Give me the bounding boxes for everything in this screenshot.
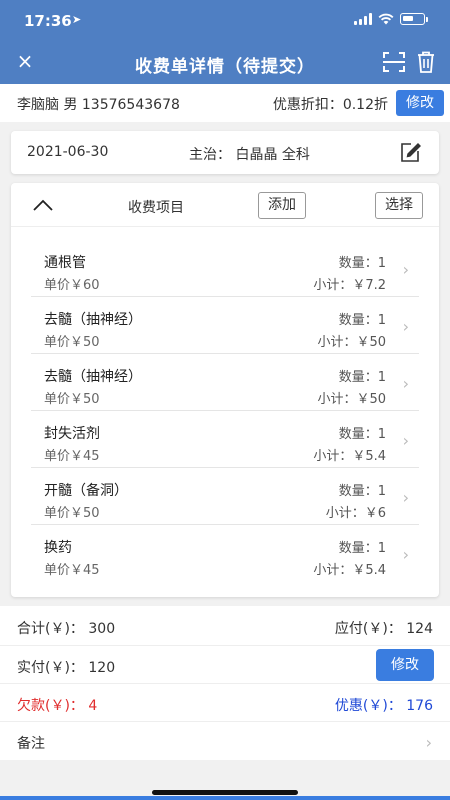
paid-amount: 实付(￥)： 120 [17,660,116,676]
item-name: 封失活剂 [44,426,100,442]
home-indicator [152,790,298,795]
list-item[interactable]: 去髓（抽神经） 单价￥50 数量：1 小计：￥50 › [31,297,419,354]
status-bar: 17:36 ➤ [0,0,450,40]
choose-item-button[interactable]: 选择 [375,192,423,219]
chevron-right-icon: › [402,488,409,507]
payable-amount: 应付(￥)： 124 [334,621,433,637]
item-price: 单价￥45 [44,449,100,464]
item-subtotal: 小计：￥5.4 [313,449,386,464]
item-price: 单价￥60 [44,278,100,293]
wifi-icon [378,13,394,25]
list-item[interactable]: 去髓（抽神经） 单价￥50 数量：1 小计：￥50 › [31,354,419,411]
item-name: 去髓（抽神经） [44,369,142,385]
items-title: 收费项目 [128,200,184,216]
scan-icon[interactable] [382,50,406,74]
list-item[interactable]: 换药 单价￥45 数量：1 小计：￥5.4 › [31,525,419,582]
chevron-right-icon: › [402,431,409,450]
owed-amount: 欠款(￥)： 4 [17,698,98,714]
edit-discount-button[interactable]: 修改 [396,90,444,116]
trash-icon[interactable] [416,50,436,74]
edit-paid-button[interactable]: 修改 [376,649,434,681]
item-quantity: 数量：1 [338,541,386,556]
item-quantity: 数量：1 [338,313,386,328]
paid-row: 实付(￥)： 120 修改 [0,646,450,684]
status-time: 17:36 [24,12,72,30]
cellular-signal-icon [354,13,372,25]
battery-tip [426,16,428,22]
location-arrow-icon: ➤ [72,13,82,26]
patient-info: 李脑脑 男 13576543678 [17,97,180,113]
item-price: 单价￥50 [44,506,100,521]
chevron-right-icon: › [425,733,432,752]
remark-label: 备注 [17,736,45,752]
list-item[interactable]: 开髓（备洞） 单价￥50 数量：1 小计：￥6 › [31,468,419,525]
list-item[interactable]: 封失活剂 单价￥45 数量：1 小计：￥5.4 › [31,411,419,468]
battery-icon [400,13,425,25]
item-price: 单价￥45 [44,563,100,578]
discount-amount: 优惠(￥)： 176 [334,698,433,714]
visit-card: 2021-06-30 主治： 白晶晶 全科 [11,131,439,174]
item-subtotal: 小计：￥5.4 [313,563,386,578]
list-item[interactable]: 通根管 单价￥60 数量：1 小计：￥7.2 › [31,240,419,297]
item-quantity: 数量：1 [338,427,386,442]
item-quantity: 数量：1 [338,484,386,499]
charge-items-card: 收费项目 添加 选择 通根管 单价￥60 数量：1 小计：￥7.2 › 去髓（抽… [11,183,439,597]
item-name: 通根管 [44,255,86,271]
items-header: 收费项目 添加 选择 [11,183,439,227]
payment-summary: 合计(￥)： 300 应付(￥)： 124 实付(￥)： 120 修改 欠款(￥… [0,606,450,760]
add-item-button[interactable]: 添加 [258,192,306,219]
item-subtotal: 小计：￥50 [317,392,386,407]
discount-label: 优惠折扣：0.12折 [272,97,388,113]
item-price: 单价￥50 [44,392,100,407]
item-quantity: 数量：1 [338,256,386,271]
total-amount: 合计(￥)： 300 [17,621,116,637]
item-name: 开髓（备洞） [44,483,128,499]
chevron-right-icon: › [402,317,409,336]
patient-row: 李脑脑 男 13576543678 优惠折扣：0.12折 修改 [0,84,450,122]
edit-icon[interactable] [399,141,421,163]
item-subtotal: 小计：￥7.2 [313,278,386,293]
remark-row[interactable]: 备注 › [0,722,450,760]
app-header: 17:36 ➤ × 收费单详情（待提交） [0,0,450,84]
item-subtotal: 小计：￥6 [325,506,386,521]
attending-doctor: 主治： 白晶晶 全科 [189,147,310,163]
chevron-right-icon: › [402,545,409,564]
item-price: 单价￥50 [44,335,100,350]
chevron-up-icon[interactable] [31,195,55,215]
total-row: 合计(￥)： 300 应付(￥)： 124 [0,606,450,646]
item-quantity: 数量：1 [338,370,386,385]
item-name: 去髓（抽神经） [44,312,142,328]
chevron-right-icon: › [402,374,409,393]
item-subtotal: 小计：￥50 [317,335,386,350]
bottom-action-bar[interactable] [0,796,450,800]
visit-date: 2021-06-30 [27,144,109,160]
item-name: 换药 [44,540,72,556]
owed-row: 欠款(￥)： 4 优惠(￥)： 176 [0,684,450,722]
status-icons [354,13,428,25]
chevron-right-icon: › [402,260,409,279]
